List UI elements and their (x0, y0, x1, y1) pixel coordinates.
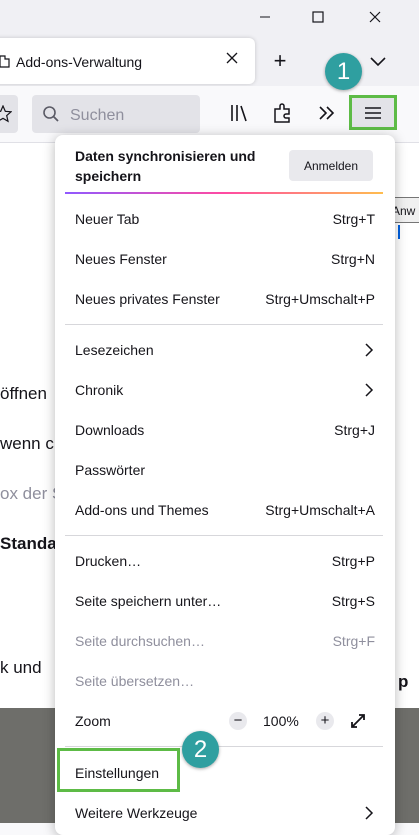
menu-item-label: Chronik (75, 382, 124, 398)
menu-item-label: Seite speichern unter… (75, 593, 222, 609)
page-text: wenn c (0, 434, 54, 453)
sync-divider (65, 192, 383, 194)
zoom-out-button[interactable]: − (229, 712, 247, 730)
sync-title: Daten synchronisieren und speichern (75, 148, 256, 184)
zoom-level[interactable]: 100% (263, 713, 299, 729)
maximize-button[interactable] (295, 0, 341, 34)
star-icon (0, 105, 12, 123)
menu-item-label: Drucken… (75, 553, 142, 569)
extensions-icon[interactable] (272, 102, 294, 124)
minimize-button[interactable] (242, 0, 288, 34)
menu-item-label: Zoom (75, 713, 111, 729)
menu-item-shortcut: Strg+N (331, 251, 375, 267)
close-window-button[interactable] (352, 0, 398, 34)
menu-item-new-tab[interactable]: Neuer Tab Strg+T (75, 199, 375, 239)
menu-item-label: Neuer Tab (75, 211, 140, 227)
menu-item-save-page[interactable]: Seite speichern unter… Strg+S (75, 581, 375, 621)
menu-item-find-in-page: Seite durchsuchen… Strg+F (75, 621, 375, 661)
step-badge-2: 2 (182, 731, 219, 768)
page-text: öffnen (0, 384, 47, 403)
step-badge-1: 1 (325, 53, 362, 90)
page-text: p (398, 672, 409, 691)
library-icon[interactable] (229, 101, 251, 125)
menu-item-label: Neues Fenster (75, 251, 167, 267)
menu-item-label: Seite durchsuchen… (75, 633, 205, 649)
menu-item-shortcut: Strg+Umschalt+P (265, 291, 375, 307)
search-icon (43, 106, 59, 122)
menu-item-new-private-window[interactable]: Neues privates Fenster Strg+Umschalt+P (75, 279, 375, 319)
menu-item-label: Passwörter (75, 462, 146, 478)
menu-item-label: Weitere Werkzeuge (75, 805, 198, 821)
close-icon (226, 52, 238, 64)
menu-item-label: Lesezeichen (75, 342, 154, 358)
overflow-chevrons-icon[interactable] (316, 102, 338, 124)
menu-item-passwords[interactable]: Passwörter (75, 450, 375, 490)
search-placeholder: Suchen (70, 107, 125, 124)
app-menu-button[interactable] (349, 95, 397, 130)
menu-item-shortcut: Strg+Umschalt+A (265, 502, 375, 518)
menu-item-shortcut: Strg+T (332, 211, 375, 227)
settings-highlight-box (57, 748, 180, 792)
menu-separator (65, 746, 383, 747)
menu-item-label: Neues privates Fenster (75, 291, 220, 307)
zoom-in-button[interactable]: + (316, 712, 334, 730)
menu-item-shortcut: Strg+S (331, 593, 375, 609)
focus-indicator (398, 225, 400, 239)
new-tab-button[interactable]: + (268, 49, 292, 73)
page-text: ox der S (0, 484, 64, 503)
fullscreen-icon[interactable] (350, 713, 366, 729)
tab-title: Add-ons-Verwaltung (16, 54, 143, 70)
minimize-icon (260, 16, 270, 18)
chevron-right-icon (365, 383, 374, 397)
menu-separator (65, 535, 383, 536)
menu-item-bookmarks[interactable]: Lesezeichen (75, 330, 375, 370)
menu-item-new-window[interactable]: Neues Fenster Strg+N (75, 239, 375, 279)
menu-item-downloads[interactable]: Downloads Strg+J (75, 410, 375, 450)
menu-item-translate-page: Seite übersetzen… (75, 661, 375, 701)
page-text: Standa (0, 534, 57, 553)
menu-item-history[interactable]: Chronik (75, 370, 375, 410)
menu-item-shortcut: Strg+J (334, 422, 375, 438)
menu-separator (65, 324, 383, 325)
chevron-down-icon[interactable] (366, 50, 390, 74)
menu-item-print[interactable]: Drucken… Strg+P (75, 541, 375, 581)
page-text: k und (0, 658, 42, 677)
menu-item-shortcut: Strg+F (332, 633, 375, 649)
hamburger-menu-icon (365, 106, 381, 119)
puzzle-icon (0, 55, 10, 68)
menu-item-label: Downloads (75, 422, 145, 438)
menu-item-label: Add-ons und Themes (75, 502, 209, 518)
chevron-right-icon (365, 806, 374, 820)
menu-item-shortcut: Strg+P (331, 553, 375, 569)
menu-item-label: Seite übersetzen… (75, 673, 195, 689)
menu-item-addons-themes[interactable]: Add-ons und Themes Strg+Umschalt+A (75, 490, 375, 530)
tab-close-button[interactable] (222, 50, 242, 70)
close-icon (369, 11, 381, 23)
sign-in-button[interactable]: Anmelden (289, 150, 373, 181)
maximize-icon (312, 11, 324, 23)
chevron-right-icon (365, 343, 374, 357)
menu-item-more-tools[interactable]: Weitere Werkzeuge (75, 793, 375, 833)
